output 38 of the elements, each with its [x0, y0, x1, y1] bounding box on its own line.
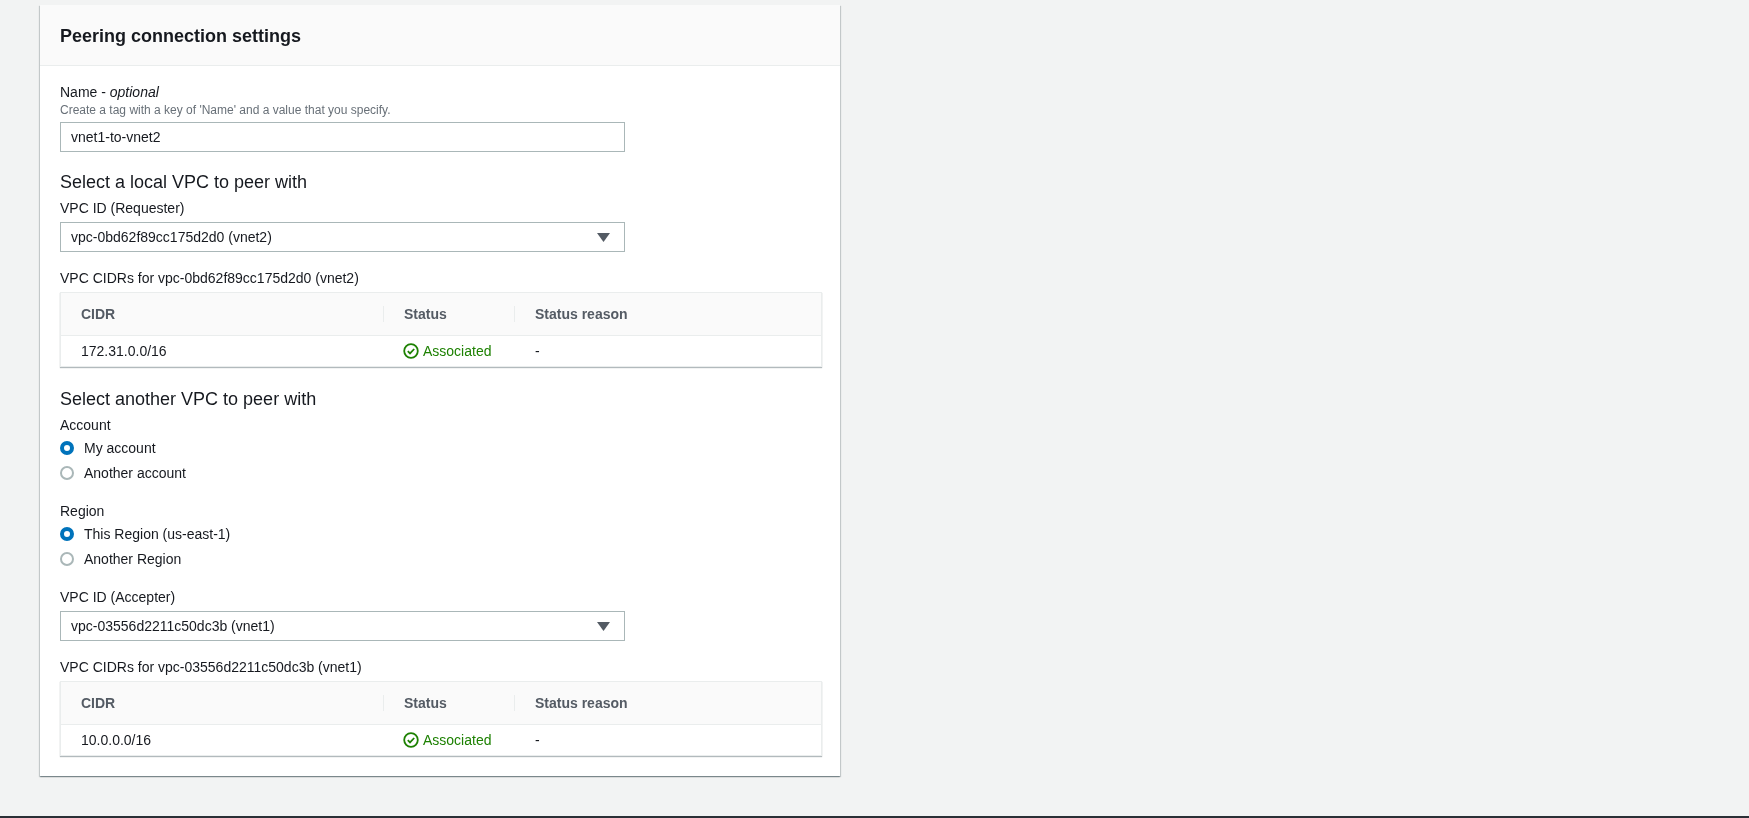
table-cell-text: 10.0.0.0/16: [80, 732, 153, 748]
vpc-select-dropdown[interactable]: vpc-03556d2211c50dc3b (vnet1): [60, 611, 625, 641]
column-header: Status reason: [514, 306, 821, 322]
field-label: Name - optional: [60, 83, 160, 102]
table-cell-text: 172.31.0.0/16: [80, 343, 168, 359]
radio-label[interactable]: This Region (us-east-1): [84, 525, 231, 542]
section-heading: Select another VPC to peer with: [60, 388, 318, 411]
field-label: VPC ID (Accepter): [60, 588, 177, 607]
table-cell-text: -: [534, 732, 541, 748]
vpc-select-dropdown[interactable]: vpc-0bd62f89cc175d2d0 (vnet2): [60, 222, 625, 252]
radio-label[interactable]: My account: [84, 439, 156, 456]
field-hint: Create a tag with a key of 'Name' and a value that you specify.: [60, 102, 392, 118]
status-text: Associated: [423, 343, 492, 359]
field-label: Region: [60, 502, 106, 521]
table-caption: VPC CIDRs for vpc-0bd62f89cc175d2d0 (vnet2): [60, 269, 360, 288]
column-header: CIDR: [80, 306, 117, 322]
radio-button[interactable]: [60, 465, 74, 480]
radio-label[interactable]: Another Region: [84, 550, 182, 567]
radio-label[interactable]: Another account: [84, 464, 186, 481]
column-header: Status reason: [514, 695, 821, 711]
table-cell-text: -: [534, 343, 541, 359]
column-header: Status: [383, 695, 514, 711]
panel-title: Peering connection settings: [60, 25, 303, 47]
table-caption: VPC CIDRs for vpc-03556d2211c50dc3b (vnet1): [60, 658, 363, 677]
status-text: Associated: [423, 732, 492, 748]
field-label: VPC ID (Requester): [60, 199, 186, 218]
caret-icon: [597, 232, 610, 242]
radio-button[interactable]: [60, 440, 74, 455]
field-label: Account: [60, 416, 112, 435]
check-circle-icon: [403, 732, 419, 748]
column-header: Status: [383, 306, 514, 322]
radio-button[interactable]: [60, 551, 74, 566]
section-heading: Select a local VPC to peer with: [60, 171, 309, 194]
radio-button[interactable]: [60, 526, 74, 541]
check-circle-icon: [403, 343, 419, 359]
caret-icon: [597, 621, 610, 631]
name-input-field[interactable]: vnet1-to-vnet2: [60, 122, 625, 152]
column-header: CIDR: [80, 695, 117, 711]
